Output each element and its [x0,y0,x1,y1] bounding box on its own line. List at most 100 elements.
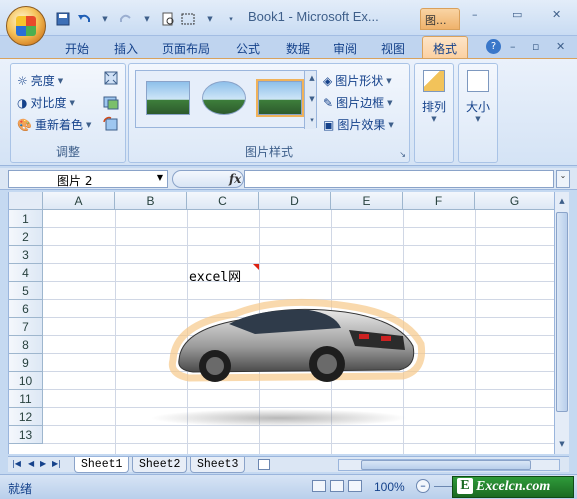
vertical-scrollbar[interactable]: ▲ ▼ [554,192,569,454]
picture-style-thumbnail-selected[interactable] [258,81,302,115]
print-preview-icon[interactable] [159,10,177,28]
minimize-button[interactable]: – [472,8,478,21]
arrange-button[interactable]: 排列 ▼ [415,70,453,123]
select-all-corner[interactable] [9,192,43,210]
formula-bar: 图片 2 ▼ fx ⌄ [0,168,577,190]
tab-view[interactable]: 视图 [381,40,405,57]
scroll-down-icon[interactable]: ▼ [556,438,568,450]
prev-sheet-icon[interactable]: ◀ [28,459,34,468]
zoom-out-icon[interactable]: – [416,479,430,493]
effects-icon: ▣ [323,117,335,132]
gallery-more-icon[interactable]: ▾ [306,114,318,126]
picture-style-thumbnail[interactable] [146,81,190,115]
row-header[interactable]: 10 [9,372,43,390]
column-header[interactable]: E [331,192,403,210]
office-logo-icon [16,16,36,36]
row-header[interactable]: 7 [9,318,43,336]
help-icon[interactable]: ? [486,39,501,54]
column-header[interactable]: A [43,192,115,210]
name-box[interactable]: 图片 2 ▼ [8,170,168,188]
save-icon[interactable] [54,10,72,28]
column-header[interactable]: D [259,192,331,210]
reset-picture-icon[interactable] [103,116,119,132]
chevron-down-icon[interactable]: ▼ [157,173,163,182]
close-button[interactable]: ✕ [552,8,561,21]
insert-function-icon[interactable]: fx [229,172,241,186]
row-header[interactable]: 13 [9,426,43,444]
row-header[interactable]: 9 [9,354,43,372]
pencil-icon: ✎ [323,95,334,110]
normal-view-icon[interactable] [312,480,326,492]
picture-border-button[interactable]: ✎ 图片边框 ▼ [323,94,392,111]
undo-dropdown-icon[interactable]: ▼ [96,10,114,28]
scroll-up-icon[interactable]: ▲ [556,195,568,207]
ribbon-restore-icon[interactable]: ▫ [532,40,539,53]
picture-shape-button[interactable]: ◈ 图片形状 ▼ [323,72,392,89]
tab-data[interactable]: 数据 [286,40,310,57]
gallery-scrollbar[interactable]: ▲ ▼ ▾ [304,71,316,129]
picture-styles-gallery: ▲ ▼ ▾ [135,70,317,129]
row-header[interactable]: 2 [9,228,43,246]
row-header[interactable]: 3 [9,246,43,264]
page-break-view-icon[interactable] [348,480,362,492]
worksheet-grid[interactable]: A B C D E F G 1 2 3 4 5 6 7 8 9 10 11 12… [8,192,554,454]
cell-text[interactable]: excel网 [189,266,241,285]
compress-pictures-icon[interactable] [103,70,119,86]
maximize-button[interactable]: ▭ [512,8,522,21]
page-layout-view-icon[interactable] [330,480,344,492]
next-sheet-icon[interactable]: ▶ [40,459,46,468]
gallery-scroll-down-icon[interactable]: ▼ [306,93,318,105]
car-picture[interactable] [159,294,431,394]
row-header[interactable]: 6 [9,300,43,318]
row-header[interactable]: 11 [9,390,43,408]
size-button[interactable]: 大小 ▼ [459,70,497,123]
expand-formula-bar-icon[interactable]: ⌄ [556,170,570,188]
select-objects-icon[interactable] [180,10,198,28]
vertical-scroll-thumb[interactable] [556,212,568,412]
recolor-button[interactable]: 🎨 重新着色 ▼ [17,116,91,133]
customize-qat-icon[interactable]: ▾ [222,10,240,28]
row-header[interactable]: 12 [9,408,43,426]
tab-insert[interactable]: 插入 [114,40,138,57]
column-header[interactable]: G [475,192,554,210]
horizontal-scroll-thumb[interactable] [361,460,531,470]
tab-format[interactable]: 格式 [422,36,469,59]
row-header[interactable]: 5 [9,282,43,300]
ribbon-tab-bar: 开始 插入 页面布局 公式 数据 审阅 视图 格式 ? – ▫ ✕ [0,36,577,59]
redo-icon[interactable] [117,10,135,28]
tab-review[interactable]: 审阅 [333,40,357,57]
first-sheet-icon[interactable]: |◀ [12,459,21,468]
gallery-scroll-up-icon[interactable]: ▲ [306,72,318,84]
redo-dropdown-icon[interactable]: ▼ [138,10,156,28]
last-sheet-icon[interactable]: ▶| [52,459,61,468]
horizontal-scrollbar[interactable] [338,459,560,471]
picture-effects-button[interactable]: ▣ 图片效果 ▼ [323,116,394,133]
brightness-button[interactable]: ☼ 亮度 ▼ [17,72,63,89]
ribbon-close-icon[interactable]: ✕ [556,40,565,53]
sheet-tab-1[interactable]: Sheet1 [74,457,130,473]
contrast-button[interactable]: ◑ 对比度 ▼ [17,94,75,111]
column-header[interactable]: F [403,192,475,210]
window-title: Book1 - Microsoft Ex... [248,9,379,24]
formula-input[interactable] [244,170,554,188]
column-header[interactable]: B [115,192,187,210]
insert-sheet-icon[interactable] [258,459,270,470]
change-picture-icon[interactable] [103,94,119,110]
picture-style-thumbnail[interactable] [202,81,246,115]
tab-home[interactable]: 开始 [65,40,89,57]
size-group: 大小 ▼ [458,63,498,163]
tab-page-layout[interactable]: 页面布局 [162,40,210,57]
dialog-launcher-icon[interactable]: ↘ [399,150,406,159]
zoom-level[interactable]: 100% [374,480,405,494]
sheet-tab-3[interactable]: Sheet3 [190,457,246,473]
row-header[interactable]: 4 [9,264,43,282]
row-header[interactable]: 1 [9,210,43,228]
tab-formulas[interactable]: 公式 [236,40,260,57]
column-header[interactable]: C [187,192,259,210]
sheet-tab-2[interactable]: Sheet2 [132,457,188,473]
undo-icon[interactable] [75,10,93,28]
select-dropdown-icon[interactable]: ▼ [201,10,219,28]
row-header[interactable]: 8 [9,336,43,354]
ribbon-minimize-icon[interactable]: – [510,40,516,53]
office-button[interactable] [6,6,46,46]
